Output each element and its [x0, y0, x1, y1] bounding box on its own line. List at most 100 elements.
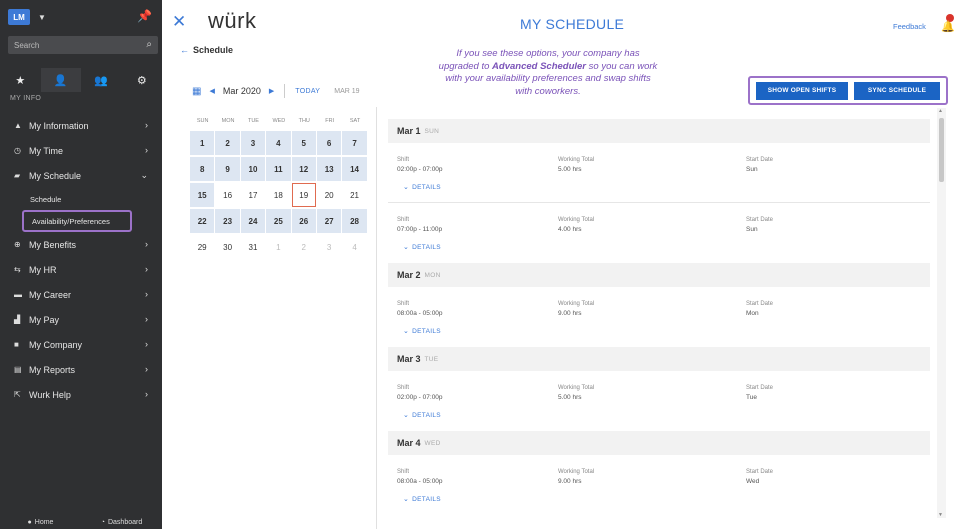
sidebar-item-my-schedule[interactable]: ▰ My Schedule ⌄ — [0, 163, 162, 188]
chevron-right-icon: › — [145, 339, 148, 349]
shift-time: 07:00p - 11:00p — [397, 226, 443, 233]
sidebar-item-my-reports[interactable]: ▤ My Reports › — [0, 357, 162, 382]
home-label: Home — [34, 518, 54, 526]
shift-label: Shift — [397, 217, 410, 223]
calendar-day[interactable]: 4 — [342, 235, 366, 259]
calendar-day[interactable]: 18 — [266, 183, 290, 207]
calendar-day[interactable]: 2 — [292, 235, 316, 259]
calendar-day[interactable]: 28 — [342, 209, 367, 233]
calendar-day[interactable]: 23 — [215, 209, 240, 233]
calendar-day[interactable]: 26 — [291, 209, 316, 233]
sidebar-item-wurk-help[interactable]: ⇱ Wurk Help › — [0, 382, 162, 407]
sidebar-item-my-information[interactable]: ▲ My Information › — [0, 113, 162, 138]
calendar-day[interactable]: 15 — [190, 183, 215, 207]
show-open-shifts-button[interactable]: SHOW OPEN SHIFTS — [756, 81, 848, 100]
sidebar-item-my-hr[interactable]: ⇆ My HR › — [0, 257, 162, 282]
tab-my-info[interactable]: 👤 — [40, 68, 81, 92]
back-link[interactable]: ← Schedule — [180, 45, 233, 55]
calendar-day[interactable]: 10 — [240, 157, 266, 181]
caret-down-icon[interactable]: ▼ — [38, 13, 46, 22]
calendar-day[interactable]: 2 — [215, 131, 240, 155]
tab-settings[interactable]: ⚙ — [122, 68, 163, 92]
close-icon[interactable]: ✕ — [172, 12, 186, 32]
bell-icon[interactable]: 🔔 — [941, 20, 954, 33]
sidebar-tabs: ★ 👤 👥 ⚙ — [0, 68, 162, 92]
search-input[interactable] — [14, 40, 134, 50]
prev-month-icon[interactable]: ◀ — [209, 87, 214, 95]
schedule-list: Mar 1 SUN Shift 02:00p - 07:00p Working Tota… — [388, 119, 930, 515]
working-total-value: 9.00 hrs — [558, 478, 582, 485]
sidebar-subitem-schedule[interactable]: Schedule — [0, 188, 162, 210]
scroll-up-icon[interactable]: ▲ — [938, 108, 943, 114]
feedback-link[interactable]: Feedback — [893, 22, 926, 31]
details-toggle[interactable]: ⌄ DETAILS — [403, 495, 441, 503]
calendar-day[interactable]: 16 — [215, 183, 239, 207]
calendar-day[interactable]: 24 — [240, 209, 266, 233]
person-icon: 👤 — [53, 74, 68, 87]
home-link[interactable]: ● Home — [0, 515, 81, 529]
today-button[interactable]: TODAY — [295, 88, 320, 95]
calendar-day[interactable]: 30 — [215, 235, 239, 259]
calendar-day[interactable]: 27 — [316, 209, 342, 233]
calendar-day[interactable]: 11 — [266, 157, 291, 181]
calendar-day[interactable]: 6 — [316, 131, 342, 155]
sidebar-item-label: My Pay — [29, 314, 60, 325]
dashboard-link[interactable]: ◔ Dashboard — [81, 515, 162, 529]
tab-favorites[interactable]: ★ — [0, 68, 41, 92]
calendar-day[interactable]: 12 — [291, 157, 316, 181]
tab-team[interactable]: 👥 — [81, 68, 122, 92]
scrollbar[interactable]: ▲ ▼ — [937, 108, 946, 518]
shift-column: Shift 02:00p - 07:00p — [397, 155, 443, 175]
calendar-day[interactable]: 3 — [317, 235, 341, 259]
calendar-day[interactable]: 3 — [240, 131, 266, 155]
calendar-day[interactable]: 8 — [190, 157, 215, 181]
start-date-label: Start Date — [746, 217, 774, 223]
details-toggle[interactable]: ⌄ DETAILS — [403, 243, 441, 251]
sidebar-item-my-career[interactable]: ▬ My Career › — [0, 282, 162, 307]
shift-entry: Shift 02:00p - 07:00p Working Total 5.00 hr… — [388, 371, 930, 431]
calendar-day[interactable]: 4 — [266, 131, 291, 155]
calendar-day[interactable]: 17 — [241, 183, 265, 207]
calendar-icon[interactable]: ▦ — [192, 86, 201, 97]
calendar-day[interactable]: 1 — [190, 131, 215, 155]
avatar[interactable]: LM — [8, 9, 30, 25]
chevron-down-icon: ⌄ — [140, 170, 148, 180]
start-date-label: Start Date — [746, 469, 774, 475]
calendar-day[interactable]: 5 — [291, 131, 316, 155]
weekday-label: TUE — [247, 118, 259, 124]
sidebar-item-my-benefits[interactable]: ⊕ My Benefits › — [0, 232, 162, 257]
sidebar-item-my-time[interactable]: ◷ My Time › — [0, 138, 162, 163]
calendar-day[interactable]: 29 — [190, 235, 214, 259]
search-icon[interactable]: ⌕ — [146, 39, 152, 50]
calendar-day[interactable]: 22 — [190, 209, 215, 233]
chevron-right-icon: › — [145, 289, 148, 299]
sidebar-item-my-company[interactable]: ■ My Company › — [0, 332, 162, 357]
calendar-day-today[interactable]: 19 — [291, 183, 316, 207]
scroll-thumb[interactable] — [939, 118, 944, 182]
pin-icon[interactable]: 📌 — [137, 9, 152, 23]
shift-entry: Shift 02:00p - 07:00p Working Total 5.00 hr… — [388, 143, 930, 203]
sidebar-subitem-availability[interactable]: Availability/Preferences — [22, 210, 132, 232]
sync-schedule-button[interactable]: SYNC SCHEDULE — [854, 81, 940, 100]
calendar-day[interactable]: 9 — [215, 157, 240, 181]
next-month-icon[interactable]: ▶ — [269, 87, 274, 95]
calendar-day[interactable]: 1 — [266, 235, 290, 259]
calendar-day[interactable]: 20 — [317, 183, 341, 207]
calendar-day[interactable]: 21 — [342, 183, 366, 207]
working-total-value: 5.00 hrs — [558, 394, 582, 401]
calendar-day[interactable]: 14 — [342, 157, 367, 181]
calendar-month: Mar 2020 — [222, 86, 261, 96]
note-line: with coworkers. — [515, 85, 581, 97]
calendar-day[interactable]: 7 — [342, 131, 367, 155]
calendar-day[interactable]: 13 — [316, 157, 342, 181]
sidebar-item-label: My Company — [29, 339, 83, 350]
day-of-week: TUE — [424, 355, 439, 363]
scroll-down-icon[interactable]: ▼ — [938, 512, 943, 518]
working-total-label: Working Total — [558, 301, 595, 307]
details-toggle[interactable]: ⌄ DETAILS — [403, 183, 441, 191]
calendar-day[interactable]: 25 — [266, 209, 291, 233]
details-toggle[interactable]: ⌄ DETAILS — [403, 327, 441, 335]
details-toggle[interactable]: ⌄ DETAILS — [403, 411, 441, 419]
calendar-day[interactable]: 31 — [241, 235, 265, 259]
sidebar-item-my-pay[interactable]: ▟ My Pay › — [0, 307, 162, 332]
